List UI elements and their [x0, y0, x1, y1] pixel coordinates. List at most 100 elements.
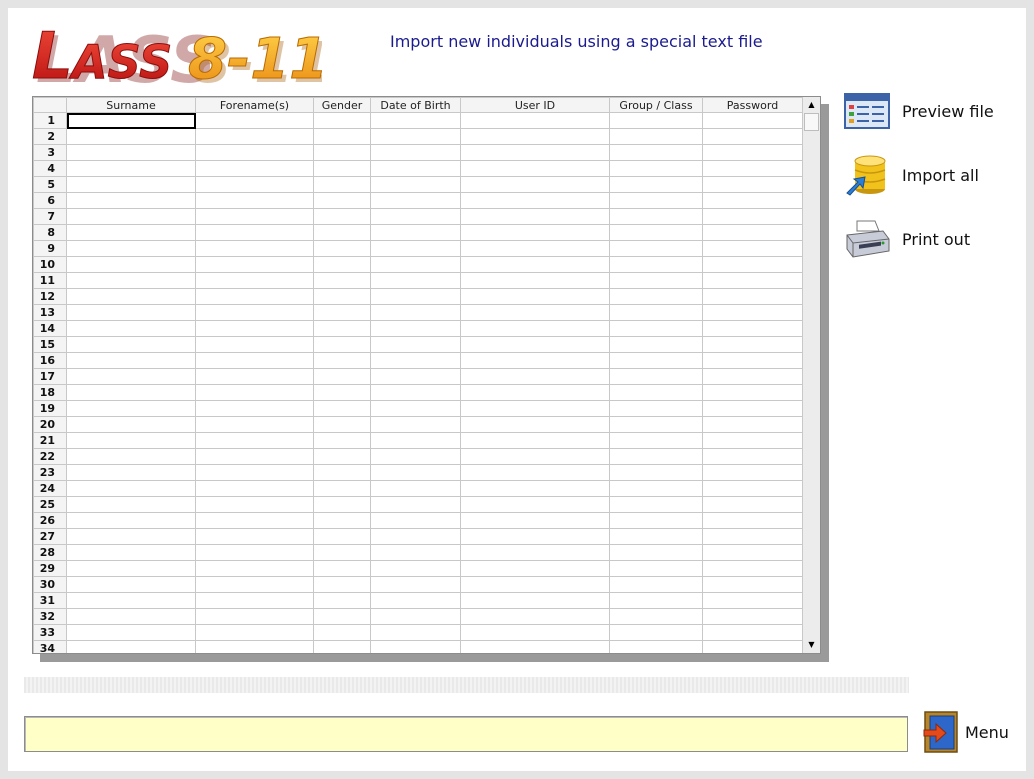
grid-cell[interactable] [370, 544, 461, 561]
grid-cell[interactable] [609, 176, 703, 193]
grid-cell[interactable] [702, 304, 803, 321]
grid-cell[interactable] [702, 288, 803, 305]
row-header[interactable]: 17 [33, 368, 67, 385]
grid-cell[interactable] [370, 112, 461, 129]
grid-cell[interactable] [195, 544, 314, 561]
grid-cell[interactable] [460, 400, 610, 417]
grid-cell[interactable] [370, 624, 461, 641]
grid-cell[interactable] [609, 368, 703, 385]
grid-cell[interactable] [609, 352, 703, 369]
grid-cell[interactable] [313, 336, 371, 353]
grid-cell[interactable] [370, 208, 461, 225]
grid-cell[interactable] [609, 592, 703, 609]
grid-cell[interactable] [66, 592, 196, 609]
column-header[interactable]: Date of Birth [370, 97, 461, 113]
grid-cell[interactable] [313, 320, 371, 337]
grid-cell[interactable] [66, 448, 196, 465]
row-header[interactable]: 23 [33, 464, 67, 481]
grid-cell[interactable] [195, 384, 314, 401]
grid-cell[interactable] [370, 304, 461, 321]
grid-cell[interactable] [195, 336, 314, 353]
row-header[interactable]: 14 [33, 320, 67, 337]
grid-cell[interactable] [66, 624, 196, 641]
grid-cell[interactable] [702, 176, 803, 193]
grid-cell[interactable] [460, 640, 610, 653]
grid-cell[interactable] [460, 432, 610, 449]
grid-cell[interactable] [370, 160, 461, 177]
grid-cell[interactable] [702, 192, 803, 209]
grid-cell[interactable] [702, 336, 803, 353]
grid-cell[interactable] [313, 256, 371, 273]
grid-cell[interactable] [702, 544, 803, 561]
grid-cell[interactable] [460, 480, 610, 497]
grid-cell[interactable] [370, 272, 461, 289]
grid-cell[interactable] [313, 240, 371, 257]
grid-cell[interactable] [313, 288, 371, 305]
grid-cell[interactable] [609, 288, 703, 305]
row-header[interactable]: 18 [33, 384, 67, 401]
grid-cell[interactable] [66, 160, 196, 177]
grid-cell[interactable] [460, 416, 610, 433]
row-header[interactable]: 6 [33, 192, 67, 209]
grid-cell[interactable] [702, 112, 803, 129]
grid-cell[interactable] [460, 208, 610, 225]
grid-cell[interactable] [195, 304, 314, 321]
grid-cell[interactable] [460, 320, 610, 337]
grid-cell[interactable] [195, 608, 314, 625]
row-header[interactable]: 22 [33, 448, 67, 465]
grid-cell[interactable] [195, 592, 314, 609]
grid-cell[interactable] [66, 528, 196, 545]
grid-cell[interactable] [609, 496, 703, 513]
grid-cell[interactable] [66, 208, 196, 225]
grid-cell[interactable] [370, 560, 461, 577]
grid-cell[interactable] [313, 576, 371, 593]
grid-cell[interactable] [609, 192, 703, 209]
column-header[interactable]: Group / Class [609, 97, 703, 113]
row-header[interactable]: 8 [33, 224, 67, 241]
grid-cell[interactable] [195, 128, 314, 145]
column-header[interactable]: Forename(s) [195, 97, 314, 113]
grid-cell[interactable] [702, 576, 803, 593]
row-header[interactable]: 24 [33, 480, 67, 497]
grid-cell[interactable] [66, 336, 196, 353]
grid-cell[interactable] [195, 480, 314, 497]
grid-cell[interactable] [195, 512, 314, 529]
grid-cell[interactable] [609, 528, 703, 545]
grid-cell[interactable] [702, 608, 803, 625]
grid-cell[interactable] [702, 256, 803, 273]
grid-cell[interactable] [195, 256, 314, 273]
grid-cell[interactable] [195, 176, 314, 193]
grid-cell[interactable] [609, 480, 703, 497]
grid-cell[interactable] [66, 368, 196, 385]
grid-cell[interactable] [702, 224, 803, 241]
grid-cell[interactable] [370, 608, 461, 625]
column-header[interactable]: Surname [66, 97, 196, 113]
row-header[interactable]: 21 [33, 432, 67, 449]
grid-cell[interactable] [702, 144, 803, 161]
grid-cell[interactable] [313, 192, 371, 209]
grid-cell[interactable] [609, 464, 703, 481]
row-header[interactable]: 5 [33, 176, 67, 193]
grid-cell[interactable] [313, 176, 371, 193]
grid-cell[interactable] [702, 208, 803, 225]
grid-cell[interactable] [609, 416, 703, 433]
grid-cell[interactable] [370, 224, 461, 241]
row-header[interactable]: 34 [33, 640, 67, 653]
grid-cell[interactable] [66, 400, 196, 417]
grid-cell[interactable] [313, 128, 371, 145]
grid-cell[interactable] [66, 304, 196, 321]
grid-cell[interactable] [460, 256, 610, 273]
row-header[interactable]: 16 [33, 352, 67, 369]
grid-cell[interactable] [460, 336, 610, 353]
grid-cell[interactable] [702, 416, 803, 433]
row-header[interactable]: 31 [33, 592, 67, 609]
grid-cell[interactable] [313, 400, 371, 417]
grid-cell[interactable] [609, 208, 703, 225]
grid-cell[interactable] [702, 464, 803, 481]
grid-cell[interactable] [460, 544, 610, 561]
grid-cell[interactable] [609, 640, 703, 653]
grid-cell[interactable] [313, 528, 371, 545]
grid-cell[interactable] [66, 512, 196, 529]
grid-cell[interactable] [370, 416, 461, 433]
grid-cell[interactable] [313, 112, 371, 129]
